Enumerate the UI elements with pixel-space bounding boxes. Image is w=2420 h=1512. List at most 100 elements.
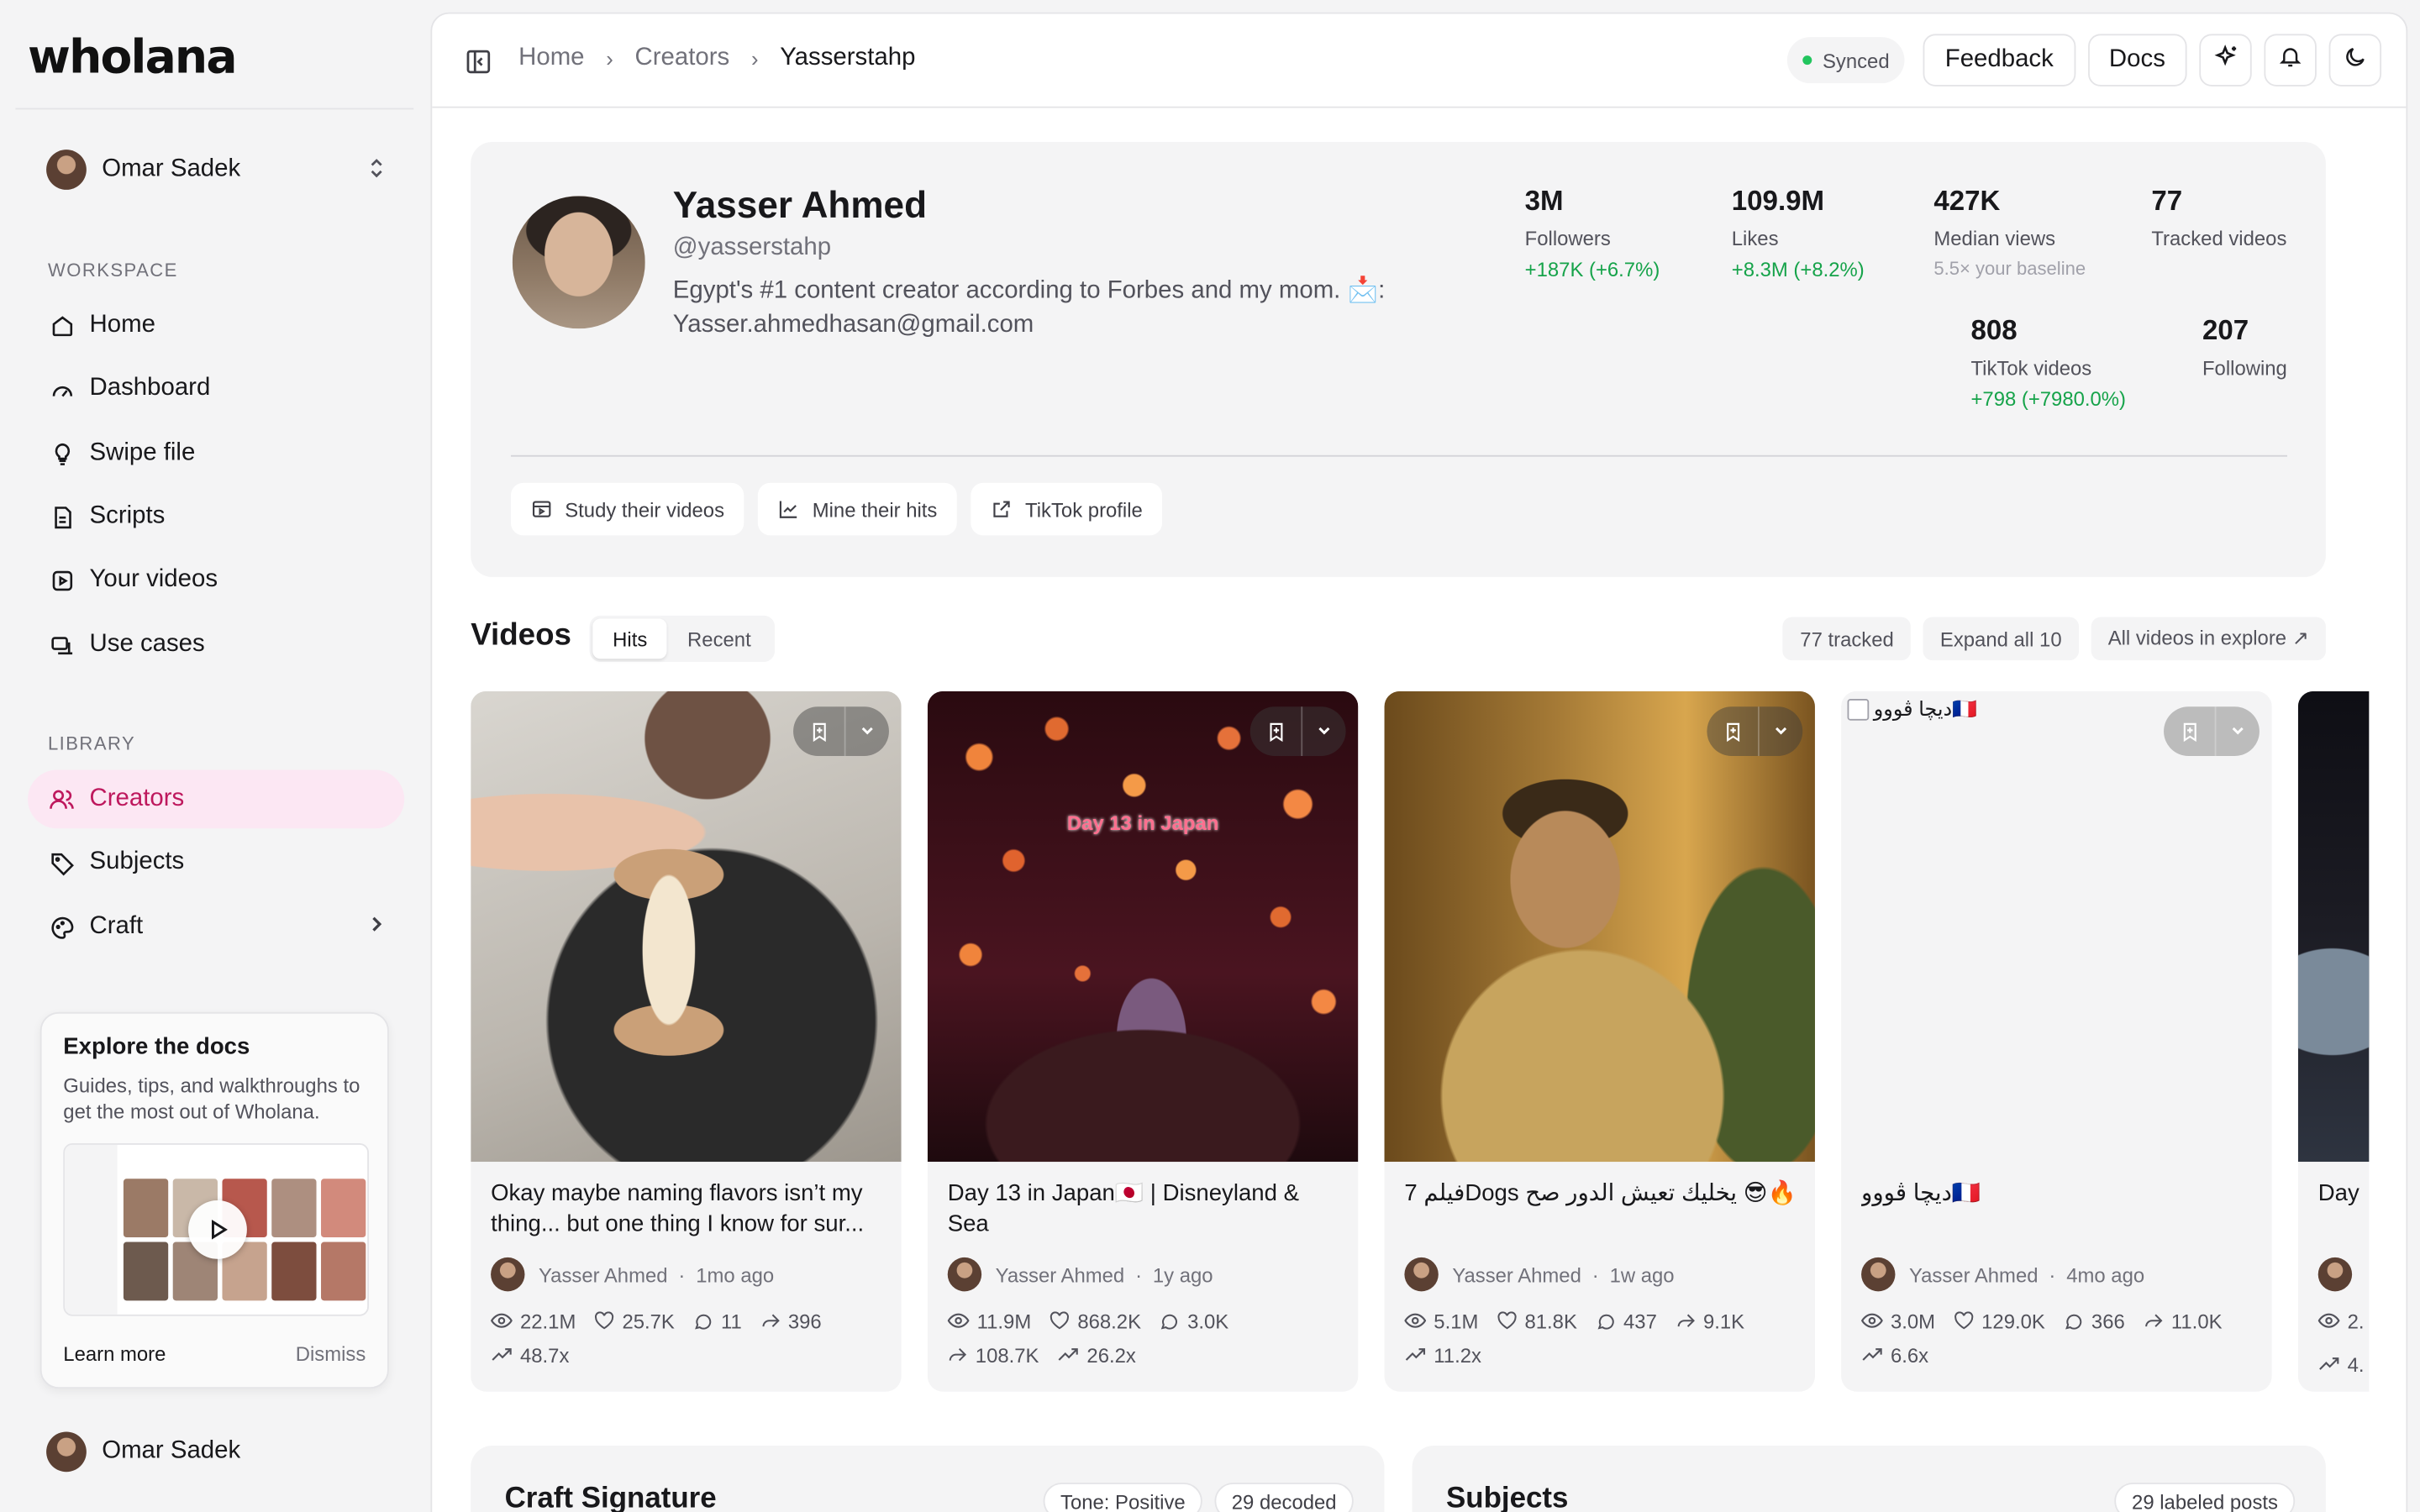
stat-label: Following bbox=[2202, 356, 2287, 380]
account-switcher[interactable]: Omar Sadek bbox=[28, 139, 404, 200]
tab-hits[interactable]: Hits bbox=[592, 618, 668, 659]
bookmark-icon[interactable] bbox=[2164, 706, 2217, 756]
expand-all-button[interactable]: Expand all 10 bbox=[1923, 617, 2079, 661]
likes-value: 81.8K bbox=[1524, 1309, 1577, 1332]
videos-header: Videos Hits Recent 77 tracked Expand all… bbox=[471, 614, 2326, 664]
button-label: Mine their hits bbox=[812, 497, 938, 521]
sidebar-item-your-videos[interactable]: Your videos bbox=[28, 551, 404, 610]
chevron-down-icon[interactable] bbox=[1760, 706, 1802, 756]
bell-icon bbox=[2278, 43, 2302, 76]
feedback-button[interactable]: Feedback bbox=[1923, 34, 2075, 87]
chevron-down-icon[interactable] bbox=[1302, 706, 1345, 756]
sidebar-item-dashboard[interactable]: Dashboard bbox=[28, 360, 404, 418]
breadcrumb-home[interactable]: Home bbox=[518, 45, 584, 72]
video-stats: 3.0M 129.0K 366 11.0K 6.6x bbox=[1861, 1309, 2256, 1368]
multiplier-value: 48.7x bbox=[519, 1342, 570, 1367]
video-age: 1w ago bbox=[1609, 1263, 1675, 1286]
stat-delta: +187K (+6.7%) bbox=[1524, 257, 1660, 281]
share-icon bbox=[761, 1314, 780, 1327]
comment-icon bbox=[1161, 1313, 1178, 1329]
stat-label: TikTok videos bbox=[1970, 356, 2092, 380]
sidebar-divider bbox=[15, 108, 414, 110]
users-icon bbox=[48, 785, 76, 813]
sidebar-item-home[interactable]: Home bbox=[28, 297, 404, 355]
video-overlay-text: Day 13 in Japan bbox=[1066, 811, 1219, 835]
bookmark-icon[interactable] bbox=[793, 706, 846, 756]
avatar bbox=[491, 1257, 525, 1292]
notifications-button[interactable] bbox=[2264, 34, 2317, 87]
video-thumbnail[interactable] bbox=[1384, 690, 1815, 1163]
video-thumbnail[interactable]: Day 13 in Japan bbox=[927, 690, 1359, 1163]
creator-avatar bbox=[512, 196, 645, 329]
sidebar-item-use-cases[interactable]: Use cases bbox=[28, 616, 404, 675]
learn-more-link[interactable]: Learn more bbox=[63, 1342, 166, 1366]
gauge-icon bbox=[48, 375, 76, 402]
logo[interactable]: wholana bbox=[28, 31, 237, 85]
shares-value: 11.0K bbox=[2170, 1309, 2223, 1332]
avatar bbox=[1404, 1257, 1439, 1292]
bookmark-icon[interactable] bbox=[1707, 706, 1760, 756]
tab-recent[interactable]: Recent bbox=[667, 619, 771, 659]
broken-image-icon bbox=[1847, 699, 1870, 721]
video-card[interactable]: Okay maybe naming flavors isn’t my thing… bbox=[471, 690, 902, 1392]
comments-value: 3.0K bbox=[1187, 1309, 1229, 1332]
breadcrumb-creators[interactable]: Creators bbox=[635, 45, 730, 72]
broken-image: ديچا ڤووو🇫🇷 bbox=[1847, 697, 1977, 722]
study-videos-button[interactable]: Study their videos bbox=[510, 482, 744, 536]
video-title: Okay maybe naming flavors isn’t my thing… bbox=[491, 1180, 865, 1238]
multiplier-stat: 6.6x bbox=[1861, 1342, 1928, 1367]
views-stat: 11.9M bbox=[947, 1309, 1031, 1333]
video-card[interactable]: Day 2. 4. bbox=[2297, 690, 2370, 1392]
video-title: 7 فيلمDogs يخليك تعيش الدور صح 😎🔥 bbox=[1404, 1180, 1797, 1207]
theme-toggle-button[interactable] bbox=[2328, 34, 2382, 87]
docs-button[interactable]: Docs bbox=[2087, 34, 2187, 87]
stat-label: Tracked videos bbox=[2151, 226, 2287, 250]
docs-card-title: Explore the docs bbox=[63, 1033, 250, 1060]
play-icon[interactable] bbox=[188, 1200, 247, 1259]
library-label: LIBRARY bbox=[47, 732, 136, 755]
video-thumbnail[interactable] bbox=[471, 690, 902, 1163]
views-value: 22.1M bbox=[519, 1309, 576, 1332]
bookmark-icon[interactable] bbox=[1250, 706, 1303, 756]
tag-icon bbox=[48, 848, 76, 876]
sidebar-item-creators[interactable]: Creators bbox=[28, 769, 405, 829]
docs-video-thumbnail[interactable] bbox=[63, 1142, 369, 1316]
multiplier-stat: 26.2x bbox=[1058, 1342, 1136, 1367]
video-thumbnail[interactable] bbox=[2297, 690, 2370, 1163]
sidebar-item-swipe-file[interactable]: Swipe file bbox=[28, 424, 404, 483]
avatar bbox=[46, 1431, 87, 1473]
tiktok-profile-button[interactable]: TikTok profile bbox=[971, 482, 1163, 536]
multiplier-value: 11.2x bbox=[1434, 1342, 1481, 1367]
lightbulb-icon bbox=[48, 439, 76, 467]
chevron-down-icon[interactable] bbox=[846, 706, 889, 756]
multiplier-stat: 11.2x bbox=[1404, 1342, 1481, 1367]
eye-icon bbox=[947, 1313, 970, 1328]
breadcrumb-current: Yasserstahp bbox=[780, 45, 916, 71]
video-card[interactable]: ديچا ڤووو🇫🇷 ديچا ڤووو🇫🇷 Yasser Ahmed · 4… bbox=[1841, 690, 2272, 1392]
video-card[interactable]: Day 13 in Japan Day 13 in Japan🇯🇵 | Disn… bbox=[927, 690, 1359, 1392]
shares-stat: 396 bbox=[760, 1309, 822, 1333]
video-card[interactable]: 7 فيلمDogs يخليك تعيش الدور صح 😎🔥 Yasser… bbox=[1384, 690, 1815, 1392]
heart-icon bbox=[595, 1311, 614, 1330]
panel-title: Subjects bbox=[1445, 1483, 1569, 1512]
chevron-down-icon[interactable] bbox=[2217, 706, 2260, 756]
panel-toggle-icon[interactable] bbox=[465, 48, 492, 76]
comment-icon bbox=[2065, 1313, 2082, 1329]
chevron-right-icon: › bbox=[606, 46, 613, 71]
dismiss-button[interactable]: Dismiss bbox=[296, 1342, 366, 1366]
sidebar-item-subjects[interactable]: Subjects bbox=[28, 833, 404, 892]
shares-stat: 108.7K bbox=[948, 1342, 1039, 1367]
sidebar-item-label: Craft bbox=[89, 913, 144, 940]
all-videos-explore-link[interactable]: All videos in explore ↗ bbox=[2091, 617, 2326, 661]
stat-delta: +798 (+7980.0%) bbox=[1970, 387, 2126, 411]
footer-account[interactable]: Omar Sadek bbox=[46, 1431, 240, 1473]
sparkles-button[interactable] bbox=[2199, 34, 2252, 87]
mine-hits-button[interactable]: Mine their hits bbox=[758, 482, 958, 536]
stat-followers: 3M Followers +187K (+6.7%) bbox=[1525, 185, 1660, 281]
video-carousel[interactable]: Okay maybe naming flavors isn’t my thing… bbox=[471, 690, 2370, 1401]
creator-handle: @yasserstahp bbox=[672, 234, 832, 261]
sidebar-item-scripts[interactable]: Scripts bbox=[28, 487, 404, 546]
sidebar-item-craft[interactable]: Craft bbox=[28, 898, 404, 957]
video-thumbnail[interactable]: ديچا ڤووو🇫🇷 bbox=[1841, 690, 2272, 1163]
sidebar-item-label: Home bbox=[89, 312, 155, 339]
